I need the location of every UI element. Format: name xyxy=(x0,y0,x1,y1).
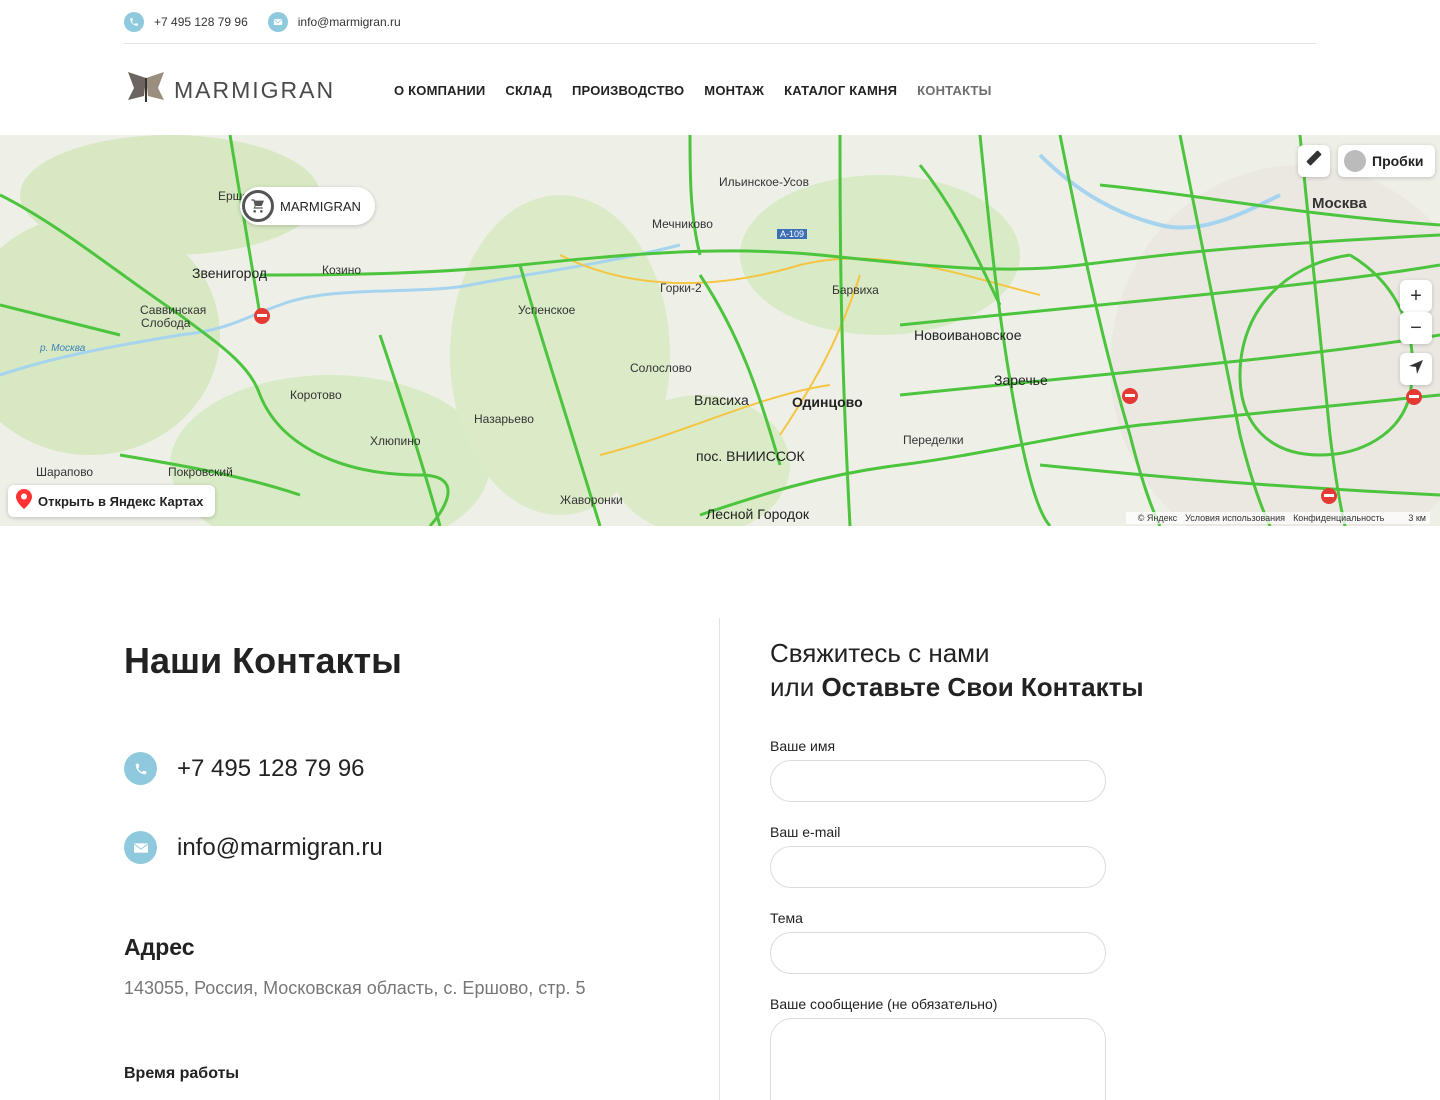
email-input[interactable] xyxy=(770,846,1106,888)
ruler-icon xyxy=(1305,149,1323,173)
form-title-bold: Оставьте Свои Контакты xyxy=(821,672,1144,702)
traffic-label: Пробки xyxy=(1372,153,1424,169)
subject-input[interactable] xyxy=(770,932,1106,974)
name-label: Ваше имя xyxy=(770,738,836,754)
topbar-phone-text: +7 495 128 79 96 xyxy=(154,14,248,29)
topbar-phone[interactable]: +7 495 128 79 96 xyxy=(124,11,248,32)
nav-item-company[interactable]: О КОМПАНИИ xyxy=(394,83,485,98)
map-label-uspenskoe: Успенское xyxy=(518,303,576,317)
message-label: Ваше сообщение (не обязательно) xyxy=(770,996,998,1012)
map-label-zvenigorod: Звенигород xyxy=(192,265,268,281)
address-title: Адрес xyxy=(124,934,195,960)
nav-item-contacts[interactable]: КОНТАКТЫ xyxy=(917,83,991,98)
address-text: 143055, Россия, Московская область, с. Е… xyxy=(124,978,586,998)
open-maps-label: Открыть в Яндекс Картах xyxy=(38,493,204,509)
butterfly-logo-icon xyxy=(124,70,168,111)
map-pin-icon xyxy=(16,488,32,514)
map-footer: © Яндекс Условия использования Конфиденц… xyxy=(1125,512,1430,524)
nav-item-installation[interactable]: МОНТАЖ xyxy=(704,83,764,98)
message-textarea[interactable] xyxy=(770,1018,1106,1100)
contact-phone-text: +7 495 128 79 96 xyxy=(177,754,365,782)
form-title-prefix: или xyxy=(770,672,822,702)
map-label-pokrovsky: Покровский xyxy=(168,465,233,479)
contact-phone[interactable]: +7 495 128 79 96 xyxy=(124,752,365,785)
contact-email[interactable]: info@marmigran.ru xyxy=(124,831,383,864)
company-map-marker[interactable]: MARMIGRAN xyxy=(240,187,375,225)
map-label-odintsovo: Одинцово xyxy=(792,394,863,410)
site-header: MARMIGRAN О КОМПАНИИ СКЛАД ПРОИЗВОДСТВО … xyxy=(124,45,1316,135)
map-label-zhavoronki: Жаворонки xyxy=(560,493,623,507)
logo-text: MARMIGRAN xyxy=(174,76,336,103)
nav-item-production[interactable]: ПРОИЗВОДСТВО xyxy=(572,83,684,98)
nav-item-warehouse[interactable]: СКЛАД xyxy=(505,83,552,98)
map-label-kozino: Козино xyxy=(322,263,362,277)
subject-label: Тема xyxy=(770,910,803,926)
map-privacy-link[interactable]: Конфиденциальность xyxy=(1293,513,1384,523)
map-label-savvinskaya: Саввинская xyxy=(140,303,207,317)
geolocation-button[interactable] xyxy=(1400,353,1432,385)
contact-email-text: info@marmigran.ru xyxy=(177,833,383,861)
zoom-out-button[interactable]: − xyxy=(1400,312,1432,344)
phone-icon xyxy=(124,11,144,32)
nav-item-stone-catalog[interactable]: КАТАЛОГ КАМНЯ xyxy=(784,83,897,98)
plus-icon: + xyxy=(1410,284,1422,307)
form-title: Свяжитесь с нами или Оставьте Свои Конта… xyxy=(770,636,1170,704)
message-field: Ваше сообщение (не обязательно) xyxy=(770,996,1106,1100)
cart-icon xyxy=(242,190,274,222)
map-label-peredelki: Переделки xyxy=(903,433,964,447)
map-label-sloboda: Слобода xyxy=(141,316,191,330)
map-label-gorki2: Горки-2 xyxy=(660,281,702,295)
yandex-map[interactable]: Ильинское-Усов Мечниково А-109 Горки-2 З… xyxy=(0,135,1440,526)
envelope-icon xyxy=(267,11,288,32)
page-title: Наши Контакты xyxy=(124,640,402,681)
ruler-button[interactable] xyxy=(1298,145,1330,177)
zoom-in-button[interactable]: + xyxy=(1400,280,1432,312)
logo[interactable]: MARMIGRAN xyxy=(124,70,394,111)
form-title-line2: или Оставьте Свои Контакты xyxy=(770,670,1170,704)
map-label-vniissok: пос. ВНИИССОК xyxy=(696,448,805,464)
map-label-a109: А-109 xyxy=(777,229,808,239)
map-label-ilinskoe: Ильинское-Усов xyxy=(719,175,809,189)
marker-label: MARMIGRAN xyxy=(280,198,361,214)
map-label-mechnikovo: Мечниково xyxy=(652,217,713,231)
map-label-korotovo: Коротово xyxy=(290,388,342,402)
working-hours-title: Время работы xyxy=(124,1065,240,1082)
map-label-sharapovo: Шарапово xyxy=(36,465,94,479)
traffic-light-icon xyxy=(1344,150,1366,172)
traffic-button[interactable]: Пробки xyxy=(1338,145,1436,177)
contact-form: Свяжитесь с нами или Оставьте Свои Конта… xyxy=(770,636,1170,1100)
map-copyright[interactable]: © Яндекс xyxy=(1138,513,1177,523)
map-label-novoivanovskoe: Новоивановское xyxy=(914,327,1022,343)
map-scale: 3 км xyxy=(1408,513,1426,523)
topbar: +7 495 128 79 96 info@marmigran.ru xyxy=(124,0,1316,44)
map-label-vlasikha: Власиха xyxy=(694,392,749,408)
email-field: Ваш e-mail xyxy=(770,824,1106,888)
main-nav: О КОМПАНИИ СКЛАД ПРОИЗВОДСТВО МОНТАЖ КАТ… xyxy=(394,83,1012,98)
open-in-yandex-maps-button[interactable]: Открыть в Яндекс Картах xyxy=(8,485,216,517)
phone-icon xyxy=(124,752,157,785)
map-label-river: р. Москва xyxy=(40,343,86,354)
name-field: Ваше имя xyxy=(770,738,1106,802)
envelope-icon xyxy=(124,831,157,864)
topbar-email[interactable]: info@marmigran.ru xyxy=(267,11,401,32)
location-arrow-icon xyxy=(1408,358,1424,381)
topbar-email-text: info@marmigran.ru xyxy=(297,14,401,29)
subject-field: Тема xyxy=(770,910,1106,974)
minus-icon: − xyxy=(1410,316,1422,339)
map-label-zarechye: Заречье xyxy=(994,372,1048,388)
map-label-lesnoy: Лесной Городок xyxy=(706,506,809,522)
map-label-soloslovo: Солослово xyxy=(630,361,692,375)
column-divider xyxy=(719,618,720,1100)
map-label-barvikha: Барвиха xyxy=(832,283,879,297)
email-label: Ваш e-mail xyxy=(770,824,841,840)
contacts-section: Наши Контакты +7 495 128 79 96 info@marm… xyxy=(124,620,684,1082)
map-label-nazarevo: Назарьево xyxy=(474,412,534,426)
form-title-line1: Свяжитесь с нами xyxy=(770,638,990,668)
map-label-moskva: Москва xyxy=(1312,195,1367,212)
map-terms-link[interactable]: Условия использования xyxy=(1185,513,1285,523)
name-input[interactable] xyxy=(770,760,1106,802)
map-label-khlyupino: Хлюпино xyxy=(370,434,421,448)
